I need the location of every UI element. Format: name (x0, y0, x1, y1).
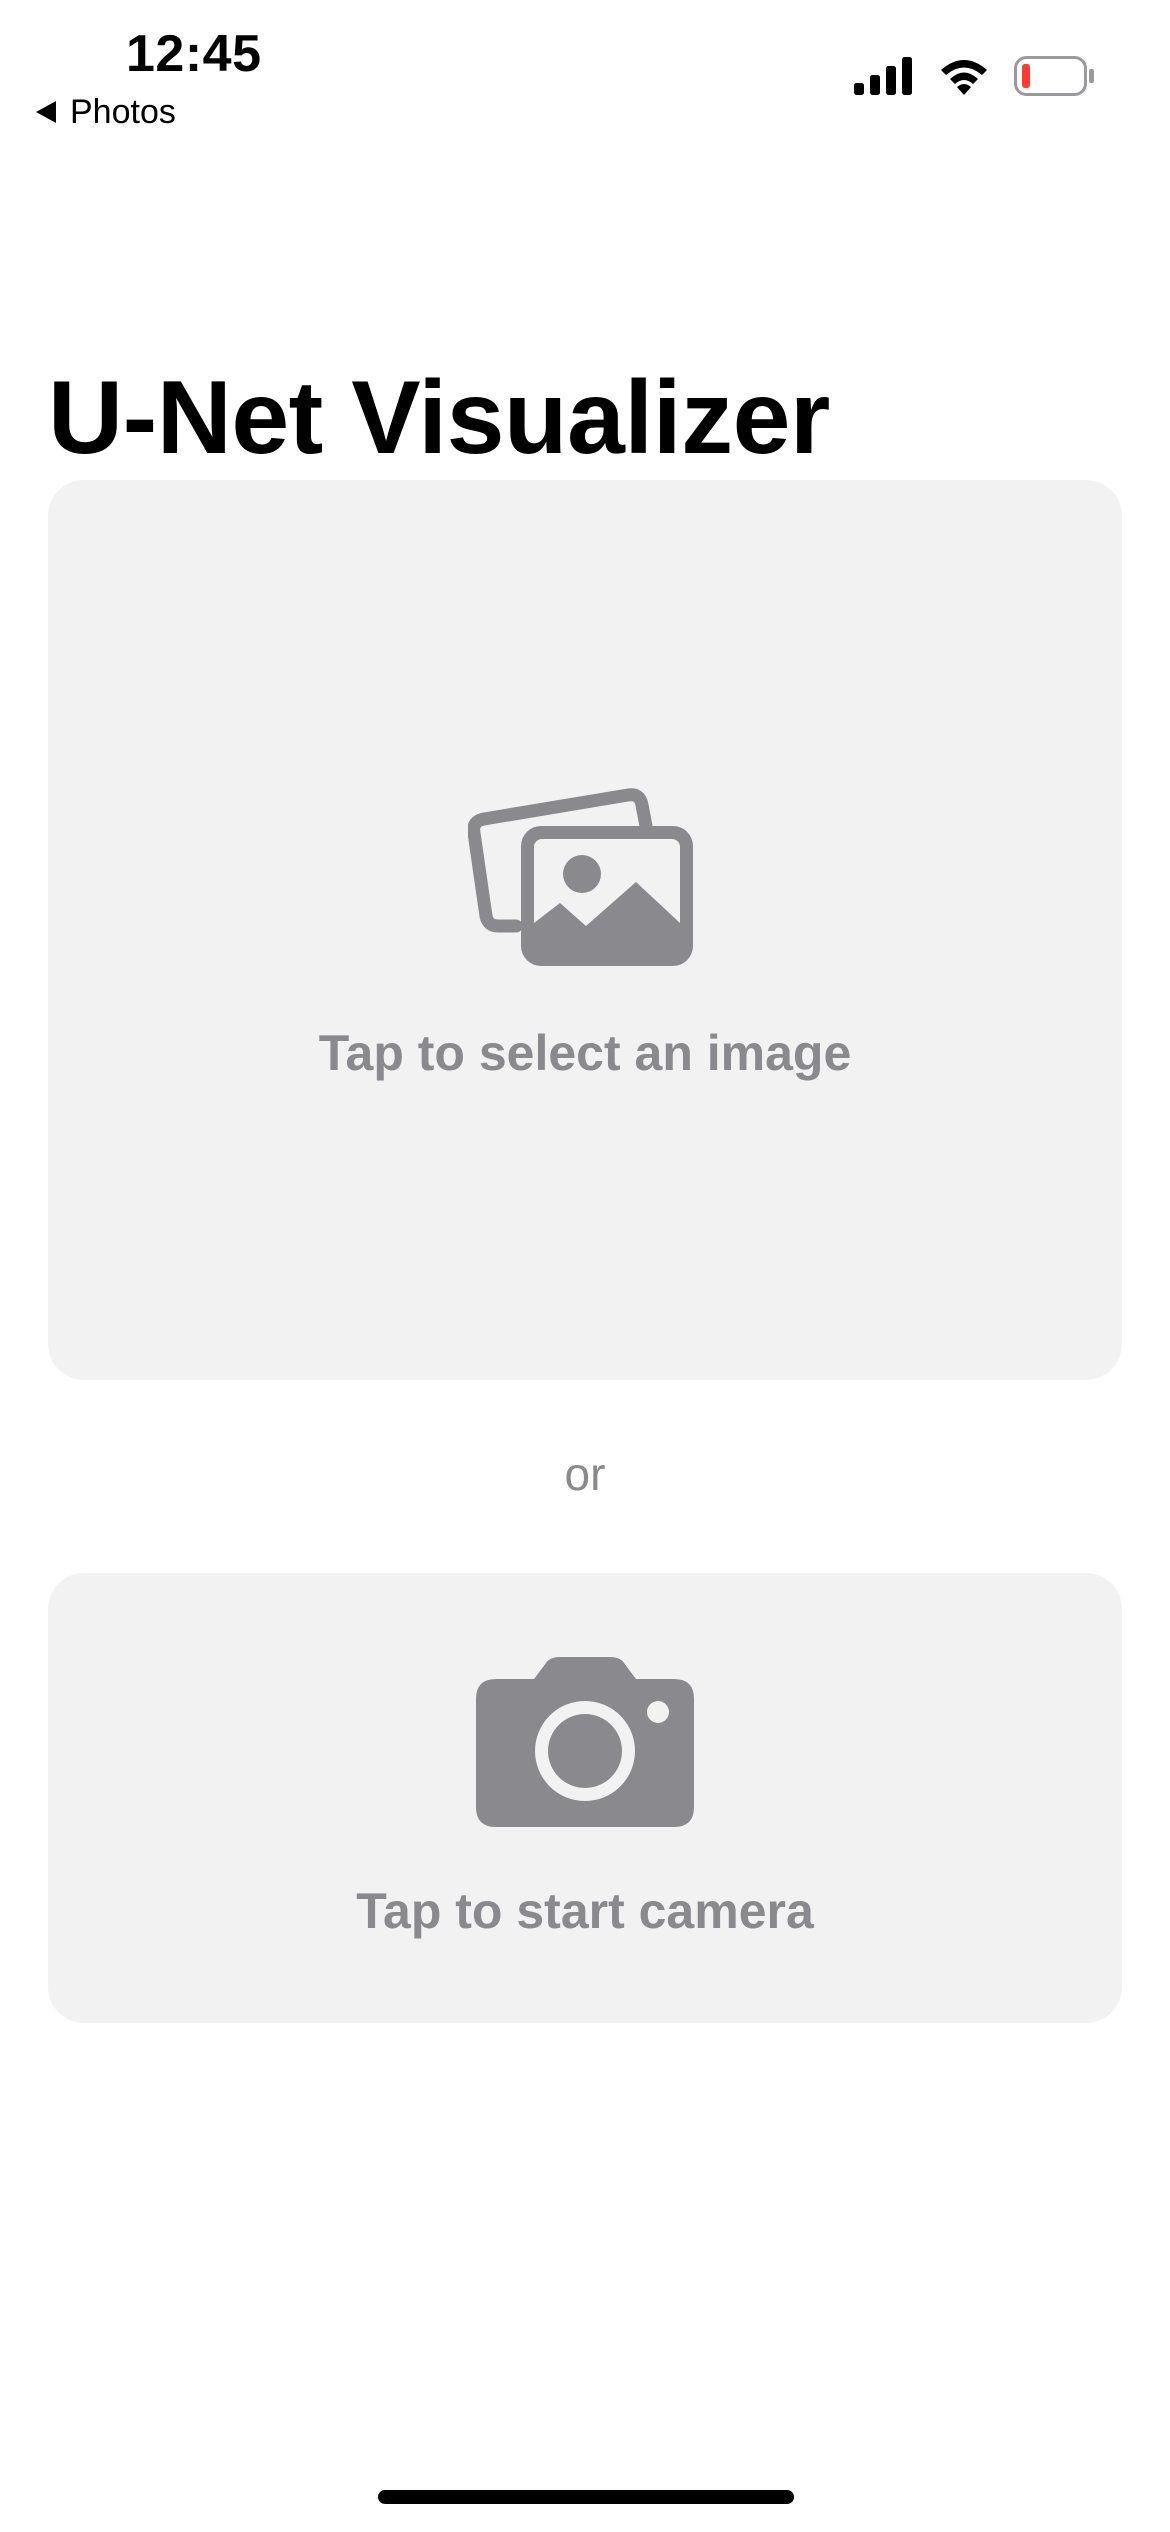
wifi-icon (938, 57, 990, 95)
start-camera-card[interactable]: Tap to start camera (48, 1573, 1122, 2023)
cellular-signal-icon (854, 57, 914, 95)
status-time: 12:45 (126, 25, 262, 83)
back-triangle-icon (36, 101, 56, 123)
back-link-label: Photos (70, 93, 176, 131)
or-separator: or (564, 1448, 606, 1500)
select-image-label: Tap to select an image (318, 1025, 852, 1081)
select-image-card[interactable]: Tap to select an image (48, 480, 1122, 1380)
back-to-photos-link[interactable]: Photos (36, 92, 176, 132)
page-title: U-Net Visualizer (48, 359, 830, 476)
start-camera-label: Tap to start camera (356, 1883, 814, 1939)
battery-icon (1014, 56, 1094, 96)
home-indicator[interactable] (378, 2490, 794, 2504)
status-icons (854, 56, 1094, 96)
photo-stack-icon (468, 788, 693, 966)
camera-icon (476, 1657, 694, 1827)
